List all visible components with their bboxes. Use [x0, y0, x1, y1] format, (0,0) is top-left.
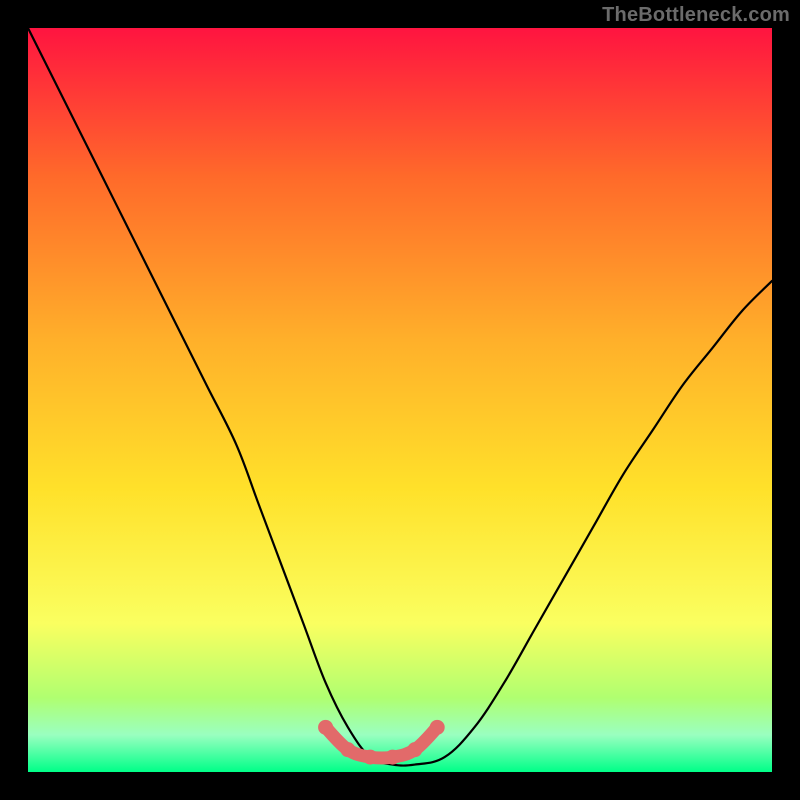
optimal-marker-dot	[340, 742, 355, 757]
optimal-marker-dot	[318, 720, 333, 735]
optimal-marker-dot	[363, 750, 378, 765]
plot-svg	[28, 28, 772, 772]
plot-area	[28, 28, 772, 772]
optimal-marker-dot	[407, 742, 422, 757]
chart-frame: TheBottleneck.com	[0, 0, 800, 800]
optimal-marker-dot	[430, 720, 445, 735]
watermark-label: TheBottleneck.com	[602, 4, 790, 27]
gradient-background	[28, 28, 772, 772]
optimal-marker-dot	[385, 750, 400, 765]
